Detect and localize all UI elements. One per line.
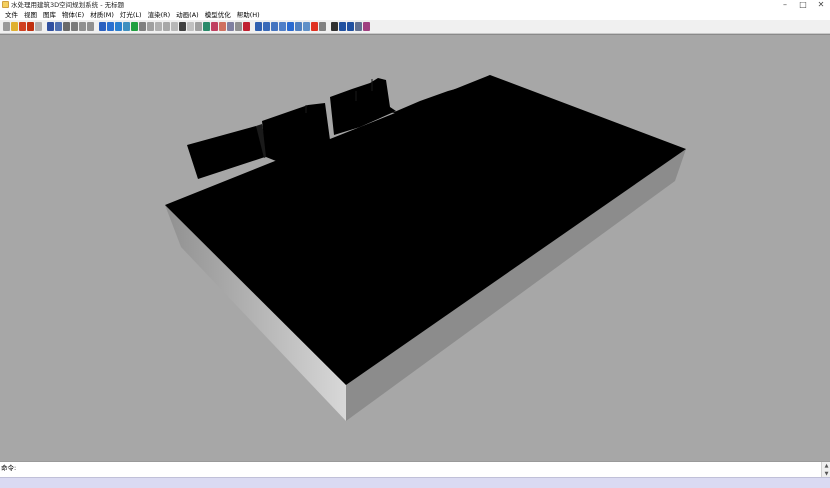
cursor-icon[interactable]: [179, 22, 186, 31]
grid-icon[interactable]: [319, 22, 326, 31]
layer-icon[interactable]: [235, 22, 242, 31]
view-top-icon[interactable]: [263, 22, 270, 31]
scene-canvas[interactable]: [0, 35, 830, 461]
command-scrollbar[interactable]: ▲ ▼: [821, 462, 830, 478]
toolbar-separator: [95, 22, 98, 32]
command-input[interactable]: [14, 463, 819, 476]
menu-light[interactable]: 灯光(L): [117, 10, 145, 20]
record-icon[interactable]: [27, 22, 34, 31]
view-side-icon[interactable]: [271, 22, 278, 31]
new-icon[interactable]: [3, 22, 10, 31]
group-icon[interactable]: [131, 22, 138, 31]
title-bar: 水处理用建筑3D空间规划系统 - 无标题 – □ ✕: [0, 0, 830, 10]
menu-material[interactable]: 材质(M): [87, 10, 117, 20]
3d-viewport[interactable]: [0, 34, 830, 461]
texture-icon[interactable]: [211, 22, 218, 31]
window-title: 水处理用建筑3D空间规划系统 - 无标题: [11, 1, 125, 9]
menu-bar: 文件 视图 图库 物体(E) 材质(M) 灯光(L) 渲染(R) 动画(A) 模…: [0, 10, 830, 20]
camera-icon[interactable]: [195, 22, 202, 31]
select-icon[interactable]: [47, 22, 54, 31]
open-icon[interactable]: [11, 22, 18, 31]
sphere-icon[interactable]: [163, 22, 170, 31]
menu-animation[interactable]: 动画(A): [173, 10, 202, 20]
toolbar-separator: [251, 22, 254, 32]
menu-render[interactable]: 渲染(R): [145, 10, 174, 20]
material-icon[interactable]: [203, 22, 210, 31]
play-icon[interactable]: [19, 22, 26, 31]
view-front-icon[interactable]: [255, 22, 262, 31]
rotate-icon[interactable]: [107, 22, 114, 31]
globe-icon[interactable]: [287, 22, 294, 31]
close-button[interactable]: ✕: [816, 0, 826, 9]
status-bar: [0, 477, 830, 488]
animate-icon[interactable]: [227, 22, 234, 31]
menu-model-optimize[interactable]: 模型优化: [202, 10, 234, 20]
menu-help[interactable]: 帮助(H): [234, 10, 263, 20]
box-icon[interactable]: [147, 22, 154, 31]
pan-icon[interactable]: [363, 22, 370, 31]
cut-icon[interactable]: [63, 22, 70, 31]
menu-object[interactable]: 物体(E): [59, 10, 87, 20]
menu-library[interactable]: 图库: [40, 10, 59, 20]
scale-icon[interactable]: [115, 22, 122, 31]
toolbar: [0, 20, 830, 34]
paste-icon[interactable]: [71, 22, 78, 31]
stop-icon[interactable]: [35, 22, 42, 31]
ungroup-icon[interactable]: [139, 22, 146, 31]
paint-icon[interactable]: [243, 22, 250, 31]
scroll-up-icon[interactable]: ▲: [823, 463, 830, 469]
wire-icon[interactable]: [295, 22, 302, 31]
zoom-in-icon[interactable]: [339, 22, 346, 31]
toolbar-separator: [327, 22, 330, 32]
align-icon[interactable]: [123, 22, 130, 31]
light-icon[interactable]: [187, 22, 194, 31]
minimize-button[interactable]: –: [780, 0, 790, 9]
render-icon[interactable]: [219, 22, 226, 31]
redo-icon[interactable]: [87, 22, 94, 31]
move-icon[interactable]: [99, 22, 106, 31]
zoom-extents-icon[interactable]: [355, 22, 362, 31]
zoom-out-icon[interactable]: [347, 22, 354, 31]
menu-view[interactable]: 视图: [21, 10, 40, 20]
cylinder-icon[interactable]: [155, 22, 162, 31]
shade-icon[interactable]: [303, 22, 310, 31]
window-controls: – □ ✕: [780, 0, 826, 9]
fill-icon[interactable]: [311, 22, 318, 31]
command-bar: 命令: ▲ ▼: [0, 461, 830, 478]
toolbar-separator: [43, 22, 46, 32]
app-icon: [2, 1, 9, 8]
menu-file[interactable]: 文件: [2, 10, 21, 20]
copy-icon[interactable]: [55, 22, 62, 31]
cone-icon[interactable]: [171, 22, 178, 31]
arrow-icon[interactable]: [331, 22, 338, 31]
maximize-button[interactable]: □: [798, 0, 808, 9]
view-persp-icon[interactable]: [279, 22, 286, 31]
undo-icon[interactable]: [79, 22, 86, 31]
